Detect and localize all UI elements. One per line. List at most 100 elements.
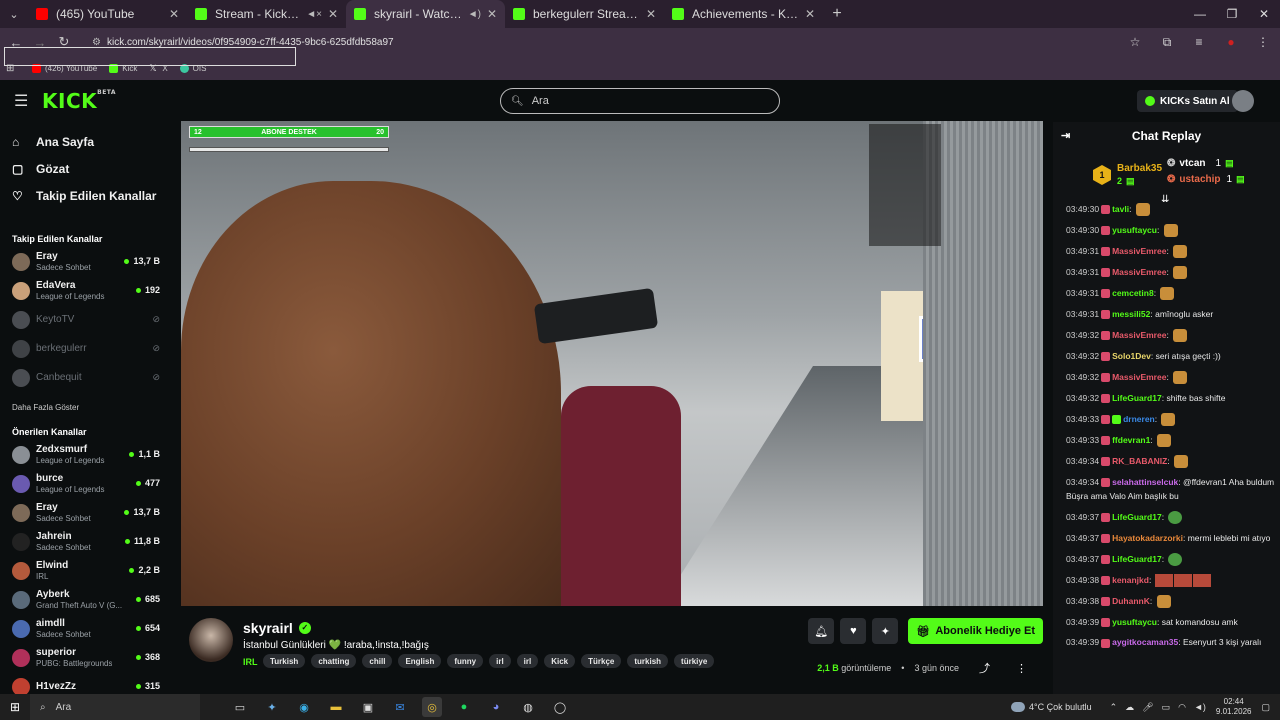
top-gifter-1[interactable]: 1 Barbak35 2 ▤ (1093, 162, 1162, 188)
chrome-icon[interactable]: ◎ (422, 697, 442, 717)
chat-username[interactable]: LifeGuard17 (1112, 393, 1162, 403)
chat-username[interactable]: messili52 (1112, 309, 1150, 319)
tag-chip[interactable]: funny (447, 654, 484, 668)
video-player[interactable]: 12 ABONE DESTEK 20 (181, 121, 1043, 606)
chat-username[interactable]: MassivEmree (1112, 267, 1166, 277)
spotify-icon[interactable]: ● (454, 697, 474, 717)
chat-username[interactable]: MassivEmree (1112, 330, 1166, 340)
maximize-icon[interactable]: ❐ (1216, 0, 1248, 28)
channel-item[interactable]: Jahrein Sadece Sohbet 11,8 B (0, 527, 172, 556)
channel-item[interactable]: Eray Sadece Sohbet 13,7 B (0, 498, 172, 527)
tag-chip[interactable]: English (398, 654, 442, 668)
kick-logo[interactable]: KICKBETA (42, 89, 116, 113)
chat-username[interactable]: ffdevran1 (1112, 435, 1150, 445)
microphone-icon[interactable]: 🎤︎ (1142, 702, 1153, 713)
nav-following[interactable]: ♡ Takip Edilen Kanallar (0, 182, 172, 209)
channel-item[interactable]: aimdll Sadece Sohbet 654 (0, 614, 172, 643)
channel-item[interactable]: H1vezZz 315 (0, 672, 172, 694)
close-icon[interactable]: ✕ (328, 7, 338, 21)
more-options-icon[interactable]: ⋮ (1016, 662, 1027, 675)
channel-item[interactable]: Elwind IRL 2,2 B (0, 556, 172, 585)
channel-avatar[interactable] (189, 618, 233, 662)
chat-username[interactable]: Solo1Dev (1112, 351, 1151, 361)
close-icon[interactable]: ✕ (487, 7, 497, 21)
channel-item[interactable]: burce League of Legends 477 (0, 469, 172, 498)
tag-chip[interactable]: türkiye (674, 654, 715, 668)
clock[interactable]: 02:44 9.01.2026 (1216, 697, 1252, 717)
tag-chip[interactable]: irl (489, 654, 511, 668)
close-window-icon[interactable]: ✕ (1248, 0, 1280, 28)
chat-username[interactable]: Hayatokadarzorki (1112, 533, 1183, 543)
close-icon[interactable]: ✕ (646, 7, 656, 21)
chat-username[interactable]: kenanjkd (1112, 575, 1149, 585)
media-icon[interactable]: ≡ (1188, 35, 1210, 50)
file-explorer-icon[interactable]: ▬ (326, 697, 346, 717)
nav-browse[interactable]: ▢ Gözat (0, 155, 172, 182)
chat-username[interactable]: aygitkocaman35 (1112, 637, 1178, 647)
discord-icon[interactable]: ◕ (486, 697, 506, 717)
sparkle-button[interactable]: ✦ (872, 618, 899, 644)
audio-icon[interactable]: ◄) (468, 9, 481, 20)
category-link[interactable]: IRL (243, 657, 258, 667)
store-icon[interactable]: ▣ (358, 697, 378, 717)
windows-start-icon[interactable]: ⊞ (0, 700, 30, 714)
battery-icon[interactable]: ▭ (1162, 702, 1171, 713)
notification-bell-button[interactable]: 🔔︎ (808, 618, 835, 644)
chat-username[interactable]: DuhannK (1112, 596, 1150, 606)
channel-item[interactable]: Zedxsmurf League of Legends 1,1 B (0, 440, 172, 469)
channel-item[interactable]: Ayberk Grand Theft Auto V (G... 685 (0, 585, 172, 614)
browser-tab[interactable]: berkegulerr Stream - Watch Live ✕ (505, 0, 664, 28)
follow-heart-button[interactable]: ♥ (840, 618, 867, 644)
buy-kicks-button[interactable]: KICKs Satın Al (1137, 90, 1238, 112)
chat-username[interactable]: drneren (1123, 414, 1155, 424)
volume-icon[interactable]: ◄) (1194, 702, 1206, 713)
channel-item[interactable]: superior PUBG: Battlegrounds 368 (0, 643, 172, 672)
gift-sub-button[interactable]: 🎁︎ Abonelik Hediye Et (908, 618, 1043, 644)
close-icon[interactable]: ✕ (805, 7, 815, 21)
tag-chip[interactable]: Turkish (263, 654, 306, 668)
tag-chip[interactable]: Kick (544, 654, 576, 668)
user-avatar[interactable] (1232, 90, 1254, 112)
top-gifter-2[interactable]: ❂ vtcan 1 ▤ (1167, 158, 1234, 169)
chat-username[interactable]: LifeGuard17 (1112, 512, 1162, 522)
tag-chip[interactable]: chill (362, 654, 393, 668)
tab-search-icon[interactable]: ⌄ (0, 0, 28, 28)
tag-chip[interactable]: turkish (627, 654, 669, 668)
obs-icon[interactable]: ◍ (518, 697, 538, 717)
chat-username[interactable]: tavli (1112, 204, 1129, 214)
chat-username[interactable]: yusuftaycu (1112, 617, 1157, 627)
share-icon[interactable]: ⤴ (979, 660, 990, 676)
search-input[interactable]: 🔍︎ Ara (500, 88, 780, 114)
channel-item[interactable]: Eray Sadece Sohbet 13,7 B (0, 247, 172, 276)
mail-icon[interactable]: ✉ (390, 697, 410, 717)
chat-username[interactable]: cemcetin8 (1112, 288, 1154, 298)
task-view-icon[interactable]: ▭ (230, 697, 250, 717)
chat-username[interactable]: yusuftaycu (1112, 225, 1157, 235)
channel-name[interactable]: skyrairl (243, 620, 293, 636)
top-gifter-3[interactable]: ❂ ustachip 1 ▤ (1167, 174, 1245, 185)
browser-tab-active[interactable]: skyrairl - Watch the VOD on Kick ◄) ✕ (346, 0, 505, 28)
site-info-icon[interactable]: ⚙ (92, 37, 101, 48)
browser-tab[interactable]: (465) YouTube ✕ (28, 0, 187, 28)
browser-tab[interactable]: Achievements - Kick Dashboard ✕ (664, 0, 823, 28)
chat-username[interactable]: MassivEmree (1112, 372, 1166, 382)
tag-chip[interactable]: Türkçe (581, 654, 622, 668)
minimize-icon[interactable]: — (1184, 0, 1216, 28)
chat-username[interactable]: selahattinselcuk (1112, 477, 1178, 487)
taskbar-search[interactable]: ⌕ Ara (30, 694, 200, 720)
weather-widget[interactable]: 4°C Çok bulutlu (1010, 702, 1092, 712)
channel-item[interactable]: KeytoTV ⊘ (0, 305, 172, 334)
new-tab-button[interactable]: + (823, 5, 851, 23)
edge-icon[interactable]: ◉ (294, 697, 314, 717)
chat-username[interactable]: RK_BABANIZ (1112, 456, 1167, 466)
tag-chip[interactable]: chatting (311, 654, 357, 668)
bookmark-star-icon[interactable]: ☆ (1124, 35, 1146, 50)
notification-icon[interactable]: ▢ (1261, 702, 1270, 713)
chat-username[interactable]: MassivEmree (1112, 246, 1166, 256)
mute-icon[interactable]: ◄× (306, 9, 322, 20)
show-more-link[interactable]: Daha Fazla Göster (0, 398, 172, 416)
tag-chip[interactable]: irl (516, 654, 539, 668)
profile-icon[interactable]: ● (1220, 35, 1242, 50)
chat-username[interactable]: LifeGuard17 (1112, 554, 1162, 564)
channel-item[interactable]: berkegulerr ⊘ (0, 334, 172, 363)
